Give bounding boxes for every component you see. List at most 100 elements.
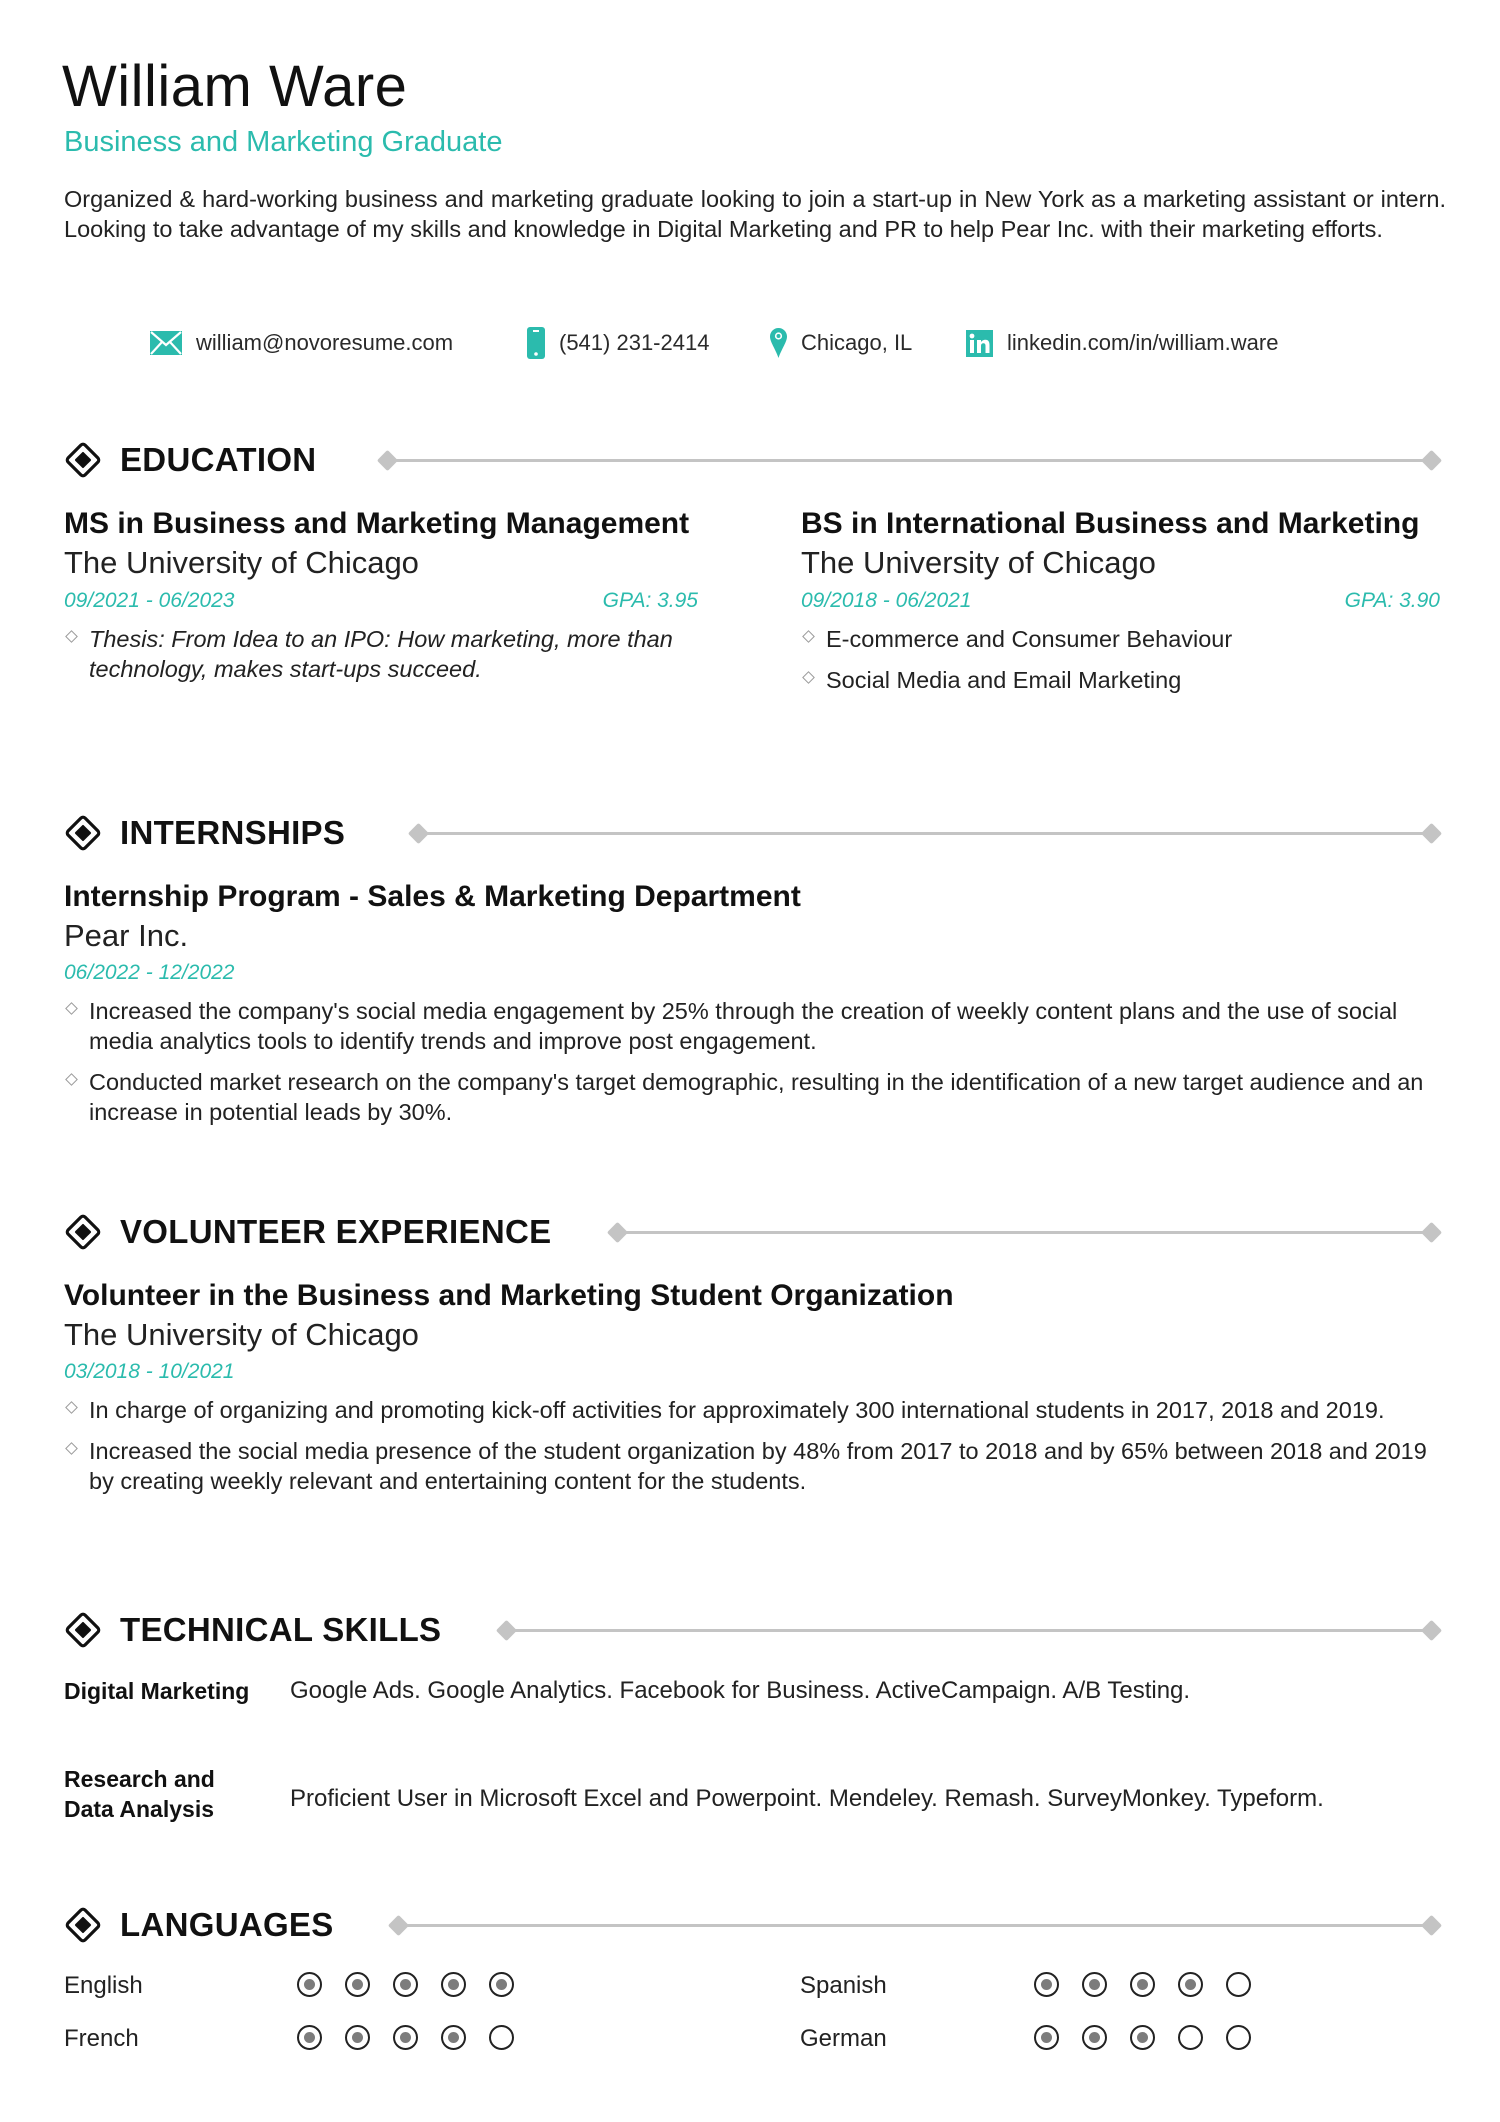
rating-dot-empty-icon [489, 2025, 514, 2050]
degree-title: BS in International Business and Marketi… [801, 507, 1420, 540]
phone-text: (541) 231-2414 [559, 330, 710, 355]
bullet-item: Thesis: From Idea to an IPO: How marketi… [64, 624, 704, 684]
degree-title: MS in Business and Marketing Management [64, 507, 690, 540]
phone-icon [527, 327, 545, 359]
section-divider [506, 1629, 1436, 1632]
company-name: Pear Inc. [64, 918, 189, 953]
bullet-diamond-icon [65, 1401, 78, 1414]
section-diamond-icon [62, 1609, 104, 1651]
education-entry: BS in International Business and Marketi… [801, 506, 1446, 706]
section-title: LANGUAGES [120, 1906, 334, 1943]
candidate-title: Business and Marketing Graduate [64, 126, 503, 158]
bullet-item: E-commerce and Consumer Behaviour [801, 624, 1446, 654]
rating-dot-empty-icon [1178, 2025, 1203, 2050]
section-divider [398, 1924, 1436, 1927]
rating-dot-filled-icon [345, 1972, 370, 1997]
date-range: 09/2021 - 06/2023 [64, 589, 235, 612]
divider-start-diamond-icon [387, 1914, 410, 1937]
rating-dot-filled-icon [441, 2025, 466, 2050]
rating-dot-filled-icon [1034, 2025, 1059, 2050]
divider-start-diamond-icon [407, 822, 430, 845]
rating-dot-filled-icon [393, 2025, 418, 2050]
language-name: German [800, 2025, 887, 2052]
divider-end-diamond-icon [1420, 1619, 1443, 1642]
bullet-item: Increased the company's social media eng… [64, 996, 1446, 1056]
rating-dot-filled-icon [489, 1972, 514, 1997]
rating-dot-empty-icon [1226, 2025, 1251, 2050]
education-entry: MS in Business and Marketing Management … [64, 506, 704, 695]
summary-text: Organized & hard-working business and ma… [64, 186, 1446, 242]
section-header-internships: INTERNSHIPS [62, 811, 1443, 855]
rating-dot-filled-icon [297, 2025, 322, 2050]
rating-dot-filled-icon [1178, 1972, 1203, 1997]
rating-dot-filled-icon [1130, 1972, 1155, 1997]
bullet-diamond-icon [802, 671, 815, 684]
divider-end-diamond-icon [1420, 449, 1443, 472]
section-diamond-icon [62, 1211, 104, 1253]
section-title: TECHNICAL SKILLS [120, 1611, 442, 1648]
date-range: 09/2018 - 06/2021 [801, 589, 972, 612]
school-name: The University of Chicago [801, 545, 1156, 580]
language-rating [297, 2025, 514, 2050]
section-header-skills: TECHNICAL SKILLS [62, 1608, 1443, 1652]
date-range: 03/2018 - 10/2021 [64, 1360, 235, 1383]
bullet-diamond-icon [65, 1442, 78, 1455]
organization-name: The University of Chicago [64, 1317, 419, 1352]
gpa: GPA: 3.90 [1344, 589, 1440, 612]
skill-values: Google Ads. Google Analytics. Facebook f… [290, 1677, 1191, 1704]
bullet-item: Social Media and Email Marketing [801, 665, 1446, 695]
rating-dot-filled-icon [393, 1972, 418, 1997]
section-divider [387, 459, 1436, 462]
section-header-education: EDUCATION [62, 438, 1443, 482]
section-header-languages: LANGUAGES [62, 1903, 1443, 1947]
bullet-item: In charge of organizing and promoting ki… [64, 1395, 1446, 1425]
rating-dot-filled-icon [1082, 1972, 1107, 1997]
divider-end-diamond-icon [1420, 1221, 1443, 1244]
candidate-name: William Ware [62, 54, 408, 119]
section-title: EDUCATION [120, 441, 317, 478]
section-title: INTERNSHIPS [120, 814, 346, 851]
location-pin-icon [770, 328, 787, 358]
location-text: Chicago, IL [801, 330, 913, 355]
section-title: VOLUNTEER EXPERIENCE [120, 1213, 552, 1250]
job-title: Internship Program - Sales & Marketing D… [64, 880, 801, 913]
section-diamond-icon [62, 439, 104, 481]
rating-dot-empty-icon [1226, 1972, 1251, 1997]
linkedin-icon [966, 329, 993, 357]
bullet-diamond-icon [802, 630, 815, 643]
skill-category: Research and Data Analysis [64, 1766, 215, 1822]
language-rating [297, 1972, 514, 1997]
role-title: Volunteer in the Business and Marketing … [64, 1279, 954, 1312]
divider-end-diamond-icon [1420, 822, 1443, 845]
language-name: English [64, 1972, 143, 1999]
divider-start-diamond-icon [376, 449, 399, 472]
language-rating [1034, 2025, 1251, 2050]
section-divider [617, 1231, 1436, 1234]
section-diamond-icon [62, 1904, 104, 1946]
rating-dot-filled-icon [1082, 2025, 1107, 2050]
contact-linkedin[interactable]: linkedin.com/in/william.ware [966, 326, 1278, 360]
skill-values: Proficient User in Microsoft Excel and P… [290, 1785, 1324, 1812]
gpa: GPA: 3.95 [602, 589, 698, 612]
rating-dot-filled-icon [345, 2025, 370, 2050]
internship-entry: Internship Program - Sales & Marketing D… [64, 879, 1446, 1138]
language-name: Spanish [800, 1972, 887, 1999]
bullet-diamond-icon [65, 630, 78, 643]
rating-dot-filled-icon [297, 1972, 322, 1997]
bullet-item: Conducted market research on the company… [64, 1067, 1446, 1127]
bullet-diamond-icon [65, 1002, 78, 1015]
volunteer-entry: Volunteer in the Business and Marketing … [64, 1278, 1446, 1507]
language-rating [1034, 1972, 1251, 1997]
linkedin-text: linkedin.com/in/william.ware [1007, 330, 1279, 355]
divider-end-diamond-icon [1420, 1914, 1443, 1937]
contact-phone[interactable]: (541) 231-2414 [527, 326, 709, 360]
envelope-icon [150, 330, 182, 356]
language-name: French [64, 2025, 139, 2052]
divider-start-diamond-icon [606, 1221, 629, 1244]
email-text: william@novoresume.com [196, 330, 454, 355]
contact-email[interactable]: william@novoresume.com [150, 326, 453, 360]
bullet-diamond-icon [65, 1073, 78, 1086]
rating-dot-filled-icon [1034, 1972, 1059, 1997]
contact-location: Chicago, IL [770, 326, 912, 360]
rating-dot-filled-icon [1130, 2025, 1155, 2050]
